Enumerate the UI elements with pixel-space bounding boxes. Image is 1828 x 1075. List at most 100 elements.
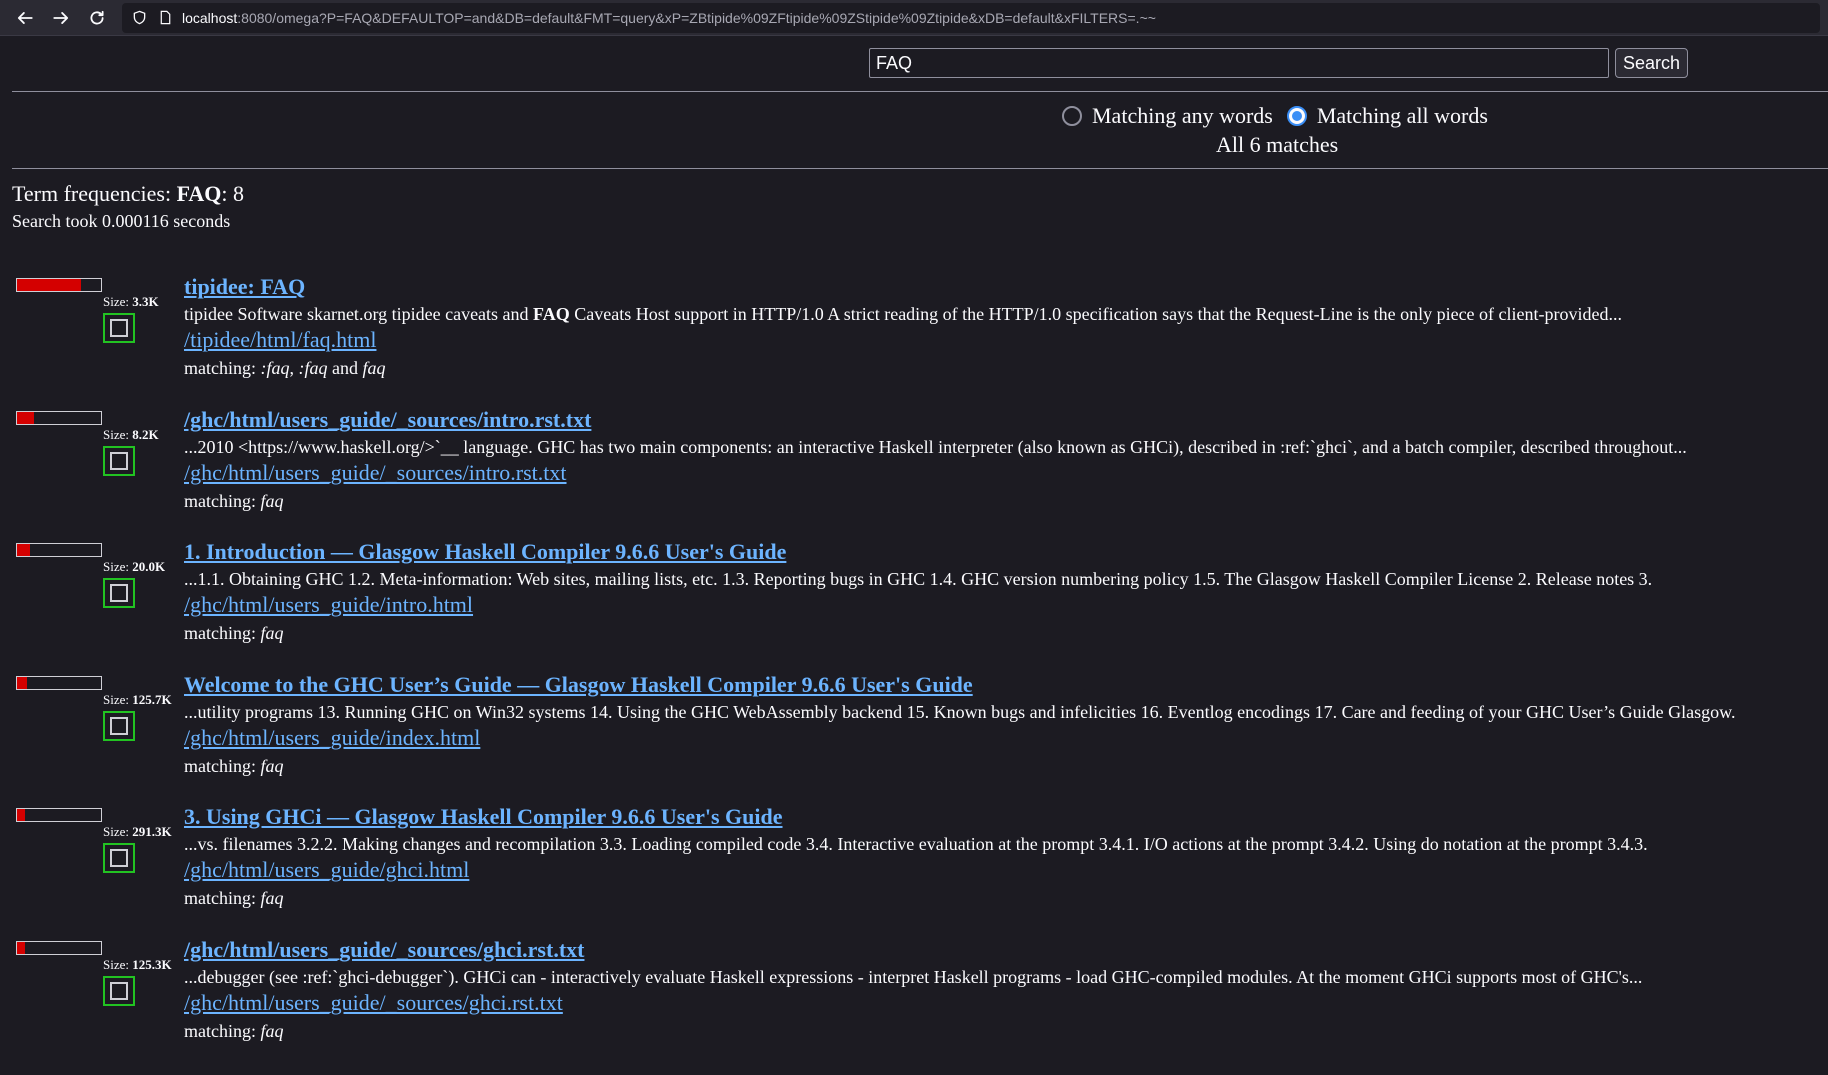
result-snippet: ...vs. filenames 3.2.2. Making changes a… xyxy=(184,834,1648,854)
match-all-radio[interactable] xyxy=(1286,106,1307,126)
divider xyxy=(12,91,1828,92)
relevance-bar xyxy=(16,675,102,690)
match-any-label[interactable]: Matching any words xyxy=(1092,103,1273,129)
snippet-text: Caveats Host support in HTTP/1.0 A stric… xyxy=(569,304,1622,324)
search-form: Search xyxy=(869,48,1689,78)
result-size: Size: 125.3K xyxy=(103,957,172,973)
result-matching: matching: :faq, :faq and faq xyxy=(184,352,1828,384)
select-checkbox[interactable] xyxy=(103,710,135,741)
result-item: Size: 3.3K tipidee: FAQ tipidee Software… xyxy=(0,274,1828,407)
checkbox-box[interactable] xyxy=(110,584,128,602)
checkbox-box[interactable] xyxy=(110,319,128,337)
size-label: Size: xyxy=(103,559,133,574)
result-path-link[interactable]: /tipidee/html/faq.html xyxy=(184,328,1828,352)
result-snippet: ...1.1. Obtaining GHC 1.2. Meta-informat… xyxy=(184,569,1653,589)
result-size: Size: 125.7K xyxy=(103,692,172,708)
result-path-link[interactable]: /ghc/html/users_guide/_sources/ghci.rst.… xyxy=(184,990,1828,1015)
snippet-highlight: FAQ xyxy=(533,304,570,324)
result-matching: matching: faq xyxy=(184,485,1828,517)
result-snippet: ...2010 <https://www.haskell.org/>`__ la… xyxy=(184,436,1687,457)
url-host: localhost xyxy=(182,9,238,26)
checkbox-box[interactable] xyxy=(110,981,128,1000)
result-matching: matching: faq xyxy=(184,882,1828,914)
relevance-fill xyxy=(17,676,28,689)
select-checkbox[interactable] xyxy=(103,975,135,1006)
shield-icon[interactable] xyxy=(130,9,148,27)
result-size: Size: 8.2K xyxy=(103,427,159,443)
result-title-link[interactable]: tipidee: FAQ xyxy=(184,274,1828,300)
select-checkbox[interactable] xyxy=(103,445,135,476)
reload-icon[interactable] xyxy=(80,3,114,33)
result-item: Size: 20.0K 1. Introduction — Glasgow Ha… xyxy=(0,539,1828,672)
result-snippet: tipidee Software skarnet.org tipidee cav… xyxy=(184,300,1828,328)
result-size: Size: 291.3K xyxy=(103,824,172,840)
matching-label: matching: xyxy=(184,358,261,378)
size-value: 125.3K xyxy=(132,956,172,972)
size-label: Size: xyxy=(103,956,133,972)
divider xyxy=(12,168,1828,169)
size-value: 291.3K xyxy=(132,824,172,839)
term-frequencies: Term frequencies: FAQ: 8 xyxy=(12,181,244,207)
size-label: Size: xyxy=(103,824,133,839)
forward-icon[interactable] xyxy=(44,3,78,33)
result-matching: matching: faq xyxy=(184,1015,1828,1047)
result-matching: matching: faq xyxy=(184,750,1828,782)
relevance-bar xyxy=(16,543,102,557)
result-content: /ghc/html/users_guide/_sources/ghci.rst.… xyxy=(184,937,1828,1047)
result-item: Size: 125.3K /ghc/html/users_guide/_sour… xyxy=(0,937,1828,1070)
select-checkbox[interactable] xyxy=(103,313,135,343)
back-icon[interactable] xyxy=(8,3,42,33)
result-title-link[interactable]: Welcome to the GHC User’s Guide — Glasgo… xyxy=(184,672,1828,698)
result-content: Welcome to the GHC User’s Guide — Glasgo… xyxy=(184,672,1828,782)
checkbox-box[interactable] xyxy=(110,716,128,735)
result-title-link[interactable]: 3. Using GHCi — Glasgow Haskell Compiler… xyxy=(184,804,1828,830)
result-title-link[interactable]: /ghc/html/users_guide/_sources/ghci.rst.… xyxy=(184,937,1828,963)
term-freq-count: 8 xyxy=(233,181,245,206)
matching-term: faq xyxy=(260,755,284,776)
size-label: Size: xyxy=(103,691,133,707)
snippet-text: tipidee Software skarnet.org tipidee cav… xyxy=(184,304,534,324)
matching-term: faq xyxy=(362,358,386,378)
matching-label: matching: xyxy=(184,888,261,908)
result-snippet: ...debugger (see :ref:`ghci-debugger`). … xyxy=(184,966,1643,987)
search-button[interactable]: Search xyxy=(1615,48,1689,78)
result-size: Size: 20.0K xyxy=(103,559,165,575)
select-checkbox[interactable] xyxy=(103,578,135,608)
match-any-radio[interactable] xyxy=(1062,106,1082,126)
matching-term: faq xyxy=(260,623,284,643)
relevance-bar xyxy=(16,410,102,425)
result-title-link[interactable]: /ghc/html/users_guide/_sources/intro.rst… xyxy=(184,407,1828,433)
select-checkbox[interactable] xyxy=(103,843,135,873)
match-count: All 6 matches xyxy=(1216,132,1339,157)
url-path: :8080/omega?P=FAQ&DEFAULTOP=and&DB=defau… xyxy=(237,9,1156,26)
result-content: /ghc/html/users_guide/_sources/intro.rst… xyxy=(184,407,1828,517)
result-snippet: ...utility programs 13. Running GHC on W… xyxy=(184,701,1736,722)
match-all-label[interactable]: Matching all words xyxy=(1317,103,1488,129)
result-content: 3. Using GHCi — Glasgow Haskell Compiler… xyxy=(184,804,1828,914)
size-value: 20.0K xyxy=(132,559,166,574)
checkbox-box[interactable] xyxy=(110,451,128,470)
matching-term: :faq xyxy=(298,358,328,378)
result-item: Size: 8.2K /ghc/html/users_guide/_source… xyxy=(0,407,1828,540)
result-size: Size: 3.3K xyxy=(103,294,159,310)
result-path-link[interactable]: /ghc/html/users_guide/_sources/intro.rst… xyxy=(184,460,1828,485)
size-label: Size: xyxy=(103,426,133,442)
matching-label: matching: xyxy=(184,755,261,776)
matching-term: faq xyxy=(260,888,284,908)
result-title-link[interactable]: 1. Introduction — Glasgow Haskell Compil… xyxy=(184,539,1828,565)
relevance-fill xyxy=(17,809,26,821)
result-content: tipidee: FAQ tipidee Software skarnet.or… xyxy=(184,274,1828,384)
matching-label: matching: xyxy=(184,490,261,511)
size-label: Size: xyxy=(103,294,133,309)
relevance-fill xyxy=(17,941,26,954)
checkbox-box[interactable] xyxy=(110,849,128,867)
search-input[interactable] xyxy=(869,48,1609,78)
result-content: 1. Introduction — Glasgow Haskell Compil… xyxy=(184,539,1828,649)
browser-toolbar: localhost:8080/omega?P=FAQ&DEFAULTOP=and… xyxy=(0,0,1828,36)
result-path-link[interactable]: /ghc/html/users_guide/ghci.html xyxy=(184,858,1828,882)
result-item: Size: 125.7K Welcome to the GHC User’s G… xyxy=(0,672,1828,805)
url-bar[interactable]: localhost:8080/omega?P=FAQ&DEFAULTOP=and… xyxy=(122,2,1820,33)
relevance-bar xyxy=(16,940,102,955)
result-path-link[interactable]: /ghc/html/users_guide/index.html xyxy=(184,725,1828,750)
result-path-link[interactable]: /ghc/html/users_guide/intro.html xyxy=(184,593,1828,617)
